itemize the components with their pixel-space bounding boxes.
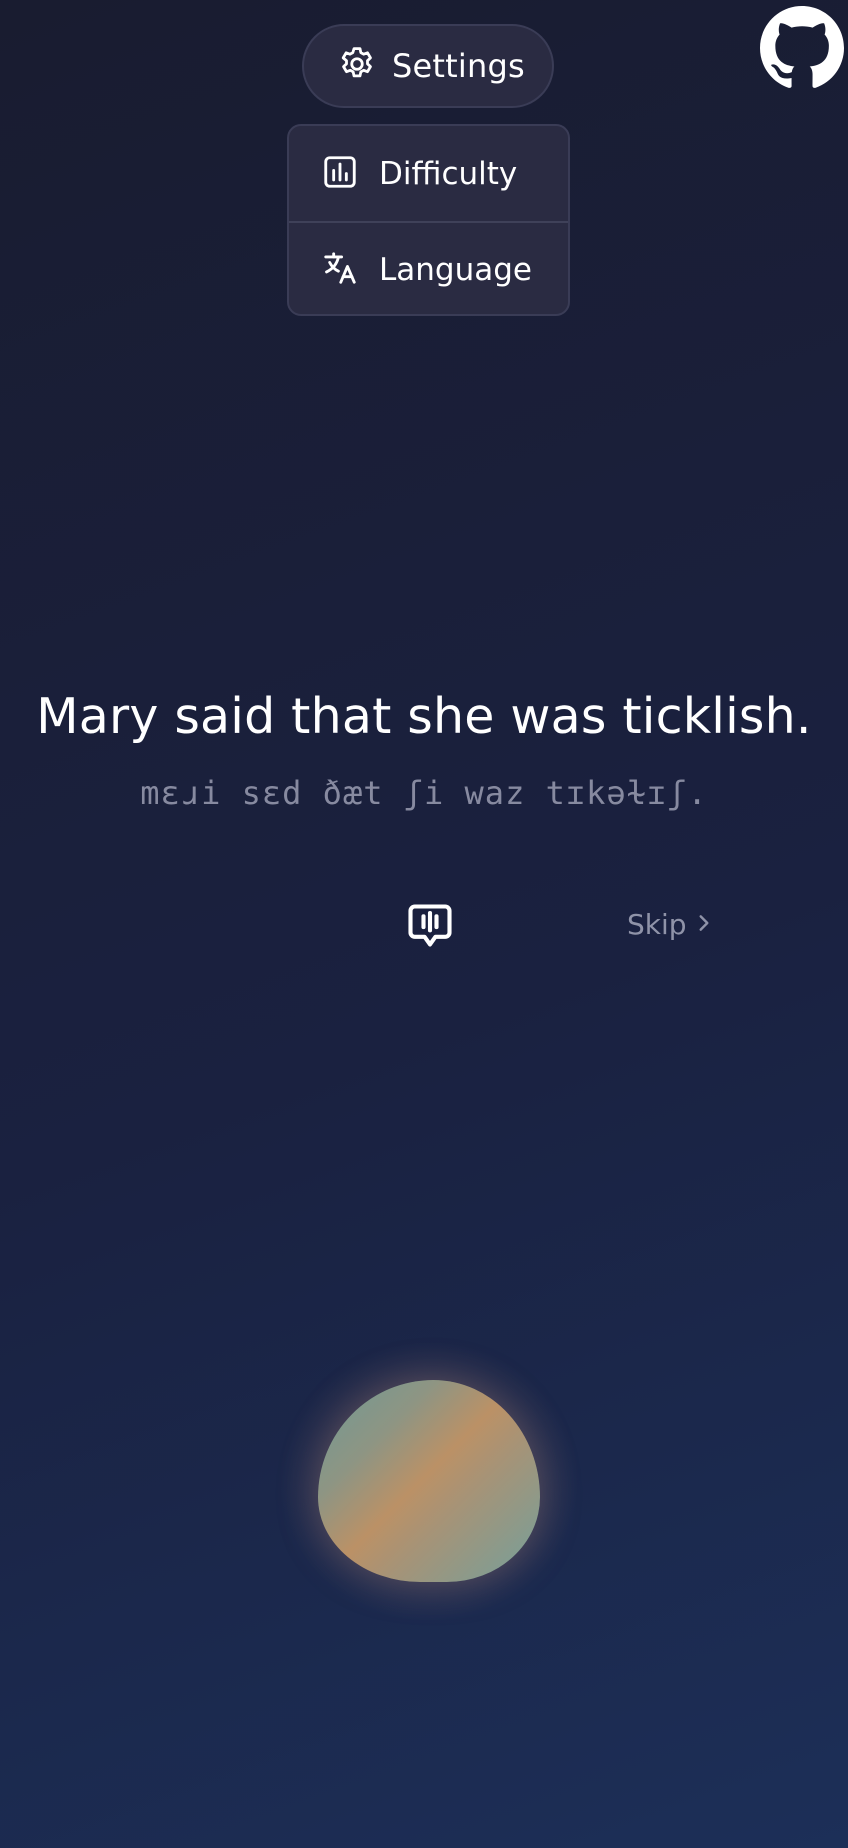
gear-icon: [336, 43, 378, 89]
github-icon[interactable]: [760, 6, 844, 90]
settings-menu: Difficulty Language: [287, 124, 570, 316]
menu-item-language[interactable]: Language: [289, 221, 568, 314]
translate-icon: [321, 249, 359, 291]
menu-label-language: Language: [379, 251, 532, 288]
skip-label: Skip: [627, 907, 687, 941]
menu-label-difficulty: Difficulty: [379, 155, 518, 192]
ipa-transcription: mɛɹi sɛd ðæt ʃi waz tɪkəɫɪʃ.: [140, 774, 708, 812]
chevron-right-icon: [695, 908, 713, 941]
settings-button[interactable]: Settings: [302, 24, 554, 108]
speech-bubble-audio-icon[interactable]: [404, 900, 456, 952]
bar-chart-icon: [321, 153, 359, 195]
menu-item-difficulty[interactable]: Difficulty: [289, 126, 568, 221]
settings-label: Settings: [392, 47, 525, 85]
practice-sentence: Mary said that she was ticklish.: [36, 688, 812, 745]
record-orb-button[interactable]: [278, 1340, 580, 1622]
skip-button[interactable]: Skip: [627, 904, 713, 944]
